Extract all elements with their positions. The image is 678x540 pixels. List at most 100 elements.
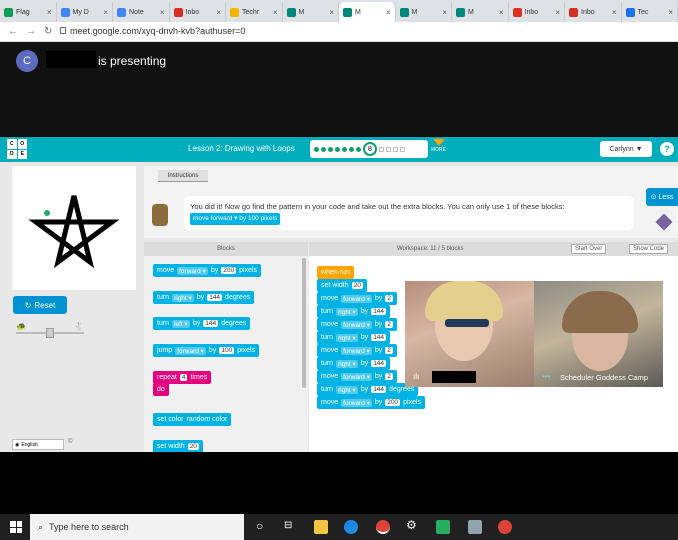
show-code-button[interactable]: Show Code [629,244,669,254]
block-val[interactable]: 2 [385,295,393,302]
close-tab-icon[interactable]: × [329,8,334,17]
browser-tab[interactable]: Flag × [0,2,57,22]
close-tab-icon[interactable]: × [103,8,108,17]
block-dir[interactable]: right ▾ [172,293,194,302]
workspace-block[interactable]: when run [317,266,354,279]
workspace-block[interactable]: move forward ▾ by 2 [317,344,397,357]
toolbox-block[interactable]: set width 20 [153,440,203,452]
browser-tab[interactable]: My D × [57,2,113,22]
user-menu-button[interactable]: Carlynn ▼ [600,141,652,157]
block-val[interactable]: 4 [179,374,188,381]
taskbar-search[interactable]: ⌕ Type here to search [30,514,244,540]
block-val[interactable]: 2 [385,321,393,328]
toolbox-scrollbar[interactable] [302,258,306,388]
forward-icon[interactable]: → [26,26,36,37]
browser-tab[interactable]: Tec × [622,2,678,22]
browser-tab[interactable]: Inbo × [509,2,565,22]
block-dir[interactable]: right ▾ [336,333,358,342]
toolbox-block[interactable]: jump forward ▾ by 100 pixels [153,344,260,357]
workspace-block[interactable]: set width 20 [317,279,367,292]
app-icon[interactable] [468,520,482,534]
block-dir[interactable]: forward ▾ [341,398,372,407]
workspace-block[interactable]: turn right ▾ by 144 degrees [317,383,419,396]
settings-gear-icon[interactable]: ⚙ [406,518,420,532]
block-val[interactable]: 144 [371,360,387,367]
close-tab-icon[interactable]: × [499,8,504,17]
block-val[interactable]: 144 [371,334,387,341]
close-tab-icon[interactable]: × [47,8,52,17]
block-dir[interactable]: right ▾ [336,385,358,394]
block-val[interactable]: 144 [207,294,223,301]
block-val[interactable]: 144 [203,320,219,327]
block-val[interactable]: 100 [219,347,235,354]
block-dir[interactable]: forward ▾ [341,320,372,329]
more-button[interactable]: MORE [431,139,446,153]
back-icon[interactable]: ← [8,26,18,37]
browser-tab[interactable]: Inbo × [565,2,622,22]
browser-tab[interactable]: Inbo × [170,2,226,22]
close-tab-icon[interactable]: × [612,8,617,17]
browser-tab[interactable]: M × [283,2,339,22]
workspace-block[interactable]: turn right ▾ by 144 [317,305,391,318]
current-level[interactable]: 8 [363,142,377,156]
browser-tab[interactable]: Techr × [226,2,283,22]
workspace-block[interactable]: turn right ▾ by 144 [317,357,391,370]
edge-icon[interactable] [344,520,358,534]
browser-tab[interactable]: M × [452,2,509,22]
close-tab-icon[interactable]: × [216,8,221,17]
close-tab-icon[interactable]: × [442,8,447,17]
block-dir[interactable]: right ▾ [336,307,358,316]
block-val[interactable]: 20 [187,443,199,450]
tab-instructions[interactable]: Instructions [158,170,208,182]
browser-tab[interactable]: M × [396,2,452,22]
block-val[interactable]: 144 [371,386,387,393]
close-tab-icon[interactable]: × [273,8,278,17]
block-val[interactable]: 144 [371,308,387,315]
block-dir[interactable]: forward ▾ [341,372,372,381]
task-view-icon[interactable]: ⊟ [284,520,298,534]
url-field[interactable]: meet.google.com/xyq-dnvh-kvb?authuser=0 [70,26,245,36]
block-val[interactable]: 20 [351,282,363,289]
block-val[interactable]: 200 [221,267,237,274]
block-dir[interactable]: forward ▾ [341,294,372,303]
workspace-block[interactable]: move forward ▾ by 2 [317,318,397,331]
chrome-icon[interactable] [376,520,390,534]
block-val[interactable]: 2 [385,373,393,380]
block-dir[interactable]: forward ▾ [341,346,372,355]
close-tab-icon[interactable]: × [160,8,165,17]
browser-tab[interactable]: Note × [113,2,170,22]
close-tab-icon[interactable]: × [555,8,560,17]
toolbox-block[interactable]: do [153,383,169,396]
block-val[interactable]: 2 [385,347,393,354]
copyright-icon[interactable]: © [68,439,72,445]
workspace-block[interactable]: move forward ▾ by 200 pixels [317,396,426,409]
block-dir[interactable]: forward ▾ [175,346,206,355]
toolbox-block[interactable]: turn right ▾ by 144 degrees [153,291,255,304]
reset-button[interactable]: ↻ Reset [13,296,67,314]
browser-tab[interactable]: M × [339,2,396,22]
workspace-block[interactable]: turn right ▾ by 144 [317,331,391,344]
level-progress[interactable]: 8 [310,140,428,158]
block-val[interactable]: 200 [385,399,401,406]
workspace-block[interactable]: move forward ▾ by 2 [317,292,397,305]
cortana-icon[interactable]: ○ [256,519,270,533]
toolbox-block[interactable]: turn left ▾ by 144 degrees [153,317,251,330]
block-dir[interactable]: right ▾ [336,359,358,368]
block-dir[interactable]: forward ▾ [177,266,208,275]
language-select[interactable]: ◉ English [12,439,64,450]
file-explorer-icon[interactable] [314,520,328,534]
block-dir[interactable]: left ▾ [172,319,190,328]
start-over-button[interactable]: Start Over [571,244,607,254]
less-button[interactable]: ⊙ Less [646,188,678,206]
close-tab-icon[interactable]: × [668,8,673,17]
speed-slider[interactable] [16,328,84,338]
workspace-block[interactable]: move forward ▾ by 2 [317,370,397,383]
toolbox-block[interactable]: move forward ▾ by 200 pixels [153,264,262,277]
windows-start-icon[interactable] [10,521,22,533]
scroll-diamond-icon[interactable] [655,213,673,231]
close-tab-icon[interactable]: × [386,8,391,17]
toolbox-block[interactable]: set color random color [153,413,232,426]
dreamweaver-icon[interactable] [436,520,450,534]
help-icon[interactable]: ? [660,142,674,156]
codeorg-logo[interactable]: CODE [7,139,27,159]
